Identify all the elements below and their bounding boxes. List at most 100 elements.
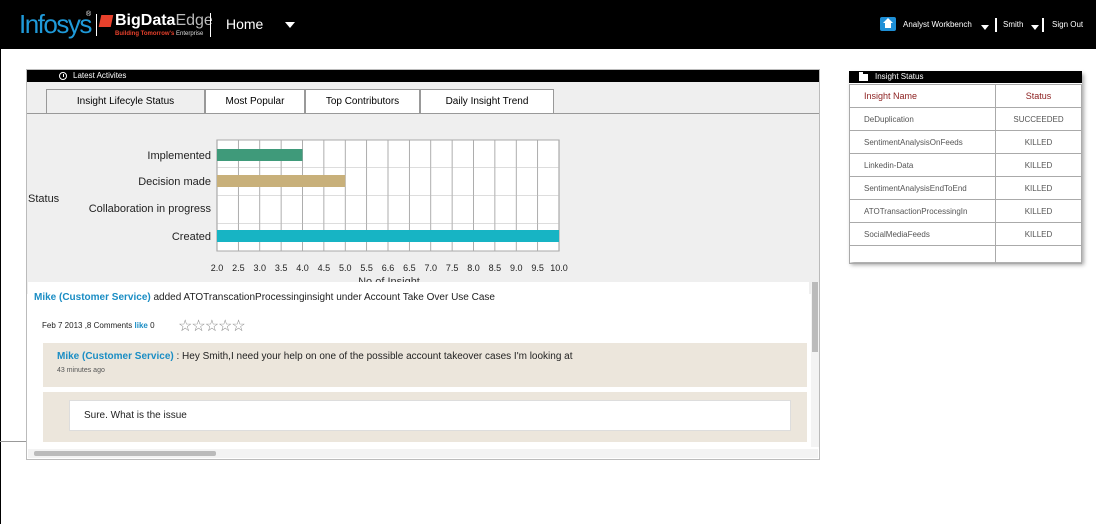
category-label: Implemented: [147, 150, 211, 162]
table-row[interactable]: Linkedin-Data KILLED: [849, 153, 1082, 177]
top-bar: Infosys ® BigDataEdge Building Tomorrow'…: [0, 0, 1096, 49]
table-row[interactable]: SentimentAnalysisOnFeeds KILLED: [849, 130, 1082, 154]
bar-implemented: [217, 149, 303, 161]
comment-text: Mike (Customer Service) : Hey Smith,I ne…: [57, 351, 573, 362]
column-header-status[interactable]: Status: [995, 84, 1082, 108]
status-cell: KILLED: [995, 199, 1082, 223]
category-label: Decision made: [138, 176, 211, 188]
insight-lifecycle-chart: Implemented Decision made Collaboration in…: [28, 139, 568, 286]
table-row: [849, 245, 1082, 264]
x-tick-label: 7.5: [446, 263, 459, 273]
reply-container: Sure. What is the issue: [43, 392, 807, 442]
x-tick-label: 2.0: [211, 263, 224, 273]
x-tick-label: 5.0: [339, 263, 352, 273]
tab-content: Insight Lifecyle Status Most Popular Top…: [27, 82, 819, 294]
scroll-thumb[interactable]: [812, 282, 818, 352]
folder-icon: [859, 72, 868, 81]
tab-most-popular[interactable]: Most Popular: [205, 89, 305, 113]
x-tick-label: 3.5: [275, 263, 288, 273]
insight-status-title-text: Insight Status: [875, 72, 924, 81]
x-tick-label: 9.5: [531, 263, 544, 273]
x-tick-label: 5.5: [360, 263, 373, 273]
chevron-down-icon[interactable]: [1031, 25, 1039, 30]
tab-divider: [27, 113, 819, 114]
post-date-comments: Feb 7 2013 ,8 Comments: [42, 321, 135, 330]
reply-box[interactable]: Sure. What is the issue: [69, 400, 791, 431]
x-tick-label: 7.0: [424, 263, 437, 273]
like-button[interactable]: like: [135, 321, 148, 330]
bigdataedge-logo-icon: [98, 15, 114, 27]
insight-status-table: Insight Name Status DeDuplication SUCCEED…: [849, 84, 1082, 264]
bar-created: [217, 230, 559, 242]
post-meta: Feb 7 2013 ,8 Comments like 0: [42, 321, 155, 330]
comment-author-link[interactable]: Mike (Customer Service): [57, 351, 174, 362]
like-count: 0: [147, 321, 155, 330]
status-cell: SUCCEEDED: [995, 107, 1082, 131]
category-label: Created: [172, 231, 211, 243]
x-tick-label: 4.5: [318, 263, 331, 273]
insight-name-cell[interactable]: DeDuplication: [849, 107, 996, 131]
home-menu[interactable]: Home: [226, 16, 263, 32]
x-tick-label: 8.0: [467, 263, 480, 273]
tab-daily-insight-trend[interactable]: Daily Insight Trend: [420, 89, 554, 113]
insight-name-cell[interactable]: SocialMediaFeeds: [849, 222, 996, 246]
comment-body: : Hey Smith,I need your help on one of t…: [173, 351, 573, 362]
post-text: added ATOTranscationProcessinginsight un…: [150, 292, 495, 303]
comment-timestamp: 43 minutes ago: [57, 367, 105, 374]
clock-icon: [59, 72, 67, 80]
activity-feed: Mike (Customer Service) added ATOTransca…: [28, 282, 809, 447]
status-cell: KILLED: [995, 130, 1082, 154]
bar-decision-made: [217, 175, 346, 187]
empty-cell: [995, 245, 1082, 264]
table-row[interactable]: SocialMediaFeeds KILLED: [849, 222, 1082, 246]
product-tagline: Building Tomorrow's Enterprise: [115, 31, 204, 37]
rating-stars[interactable]: ☆☆☆☆☆: [178, 316, 246, 336]
insight-name-cell[interactable]: SentimentAnalysisEndToEnd: [849, 176, 996, 200]
insight-name-cell[interactable]: SentimentAnalysisOnFeeds: [849, 130, 996, 154]
activity-post: Mike (Customer Service) added ATOTransca…: [34, 292, 495, 303]
x-tick-label: 10.0: [550, 263, 568, 273]
tab-top-contributors[interactable]: Top Contributors: [305, 89, 420, 113]
y-axis-label: Status: [28, 193, 60, 205]
table-row[interactable]: ATOTransactionProcessingIn KILLED: [849, 199, 1082, 223]
user-menu[interactable]: Smith: [1003, 20, 1023, 29]
tab-insight-lifecycle-status[interactable]: Insight Lifecyle Status: [46, 89, 205, 113]
x-tick-label: 3.0: [253, 263, 266, 273]
table-row[interactable]: SentimentAnalysisEndToEnd KILLED: [849, 176, 1082, 200]
insight-status-title: Insight Status: [849, 71, 1082, 83]
left-border: [0, 49, 1, 524]
x-tick-label: 6.6: [382, 263, 395, 273]
scroll-thumb[interactable]: [34, 451, 216, 456]
chevron-down-icon[interactable]: [285, 22, 295, 28]
x-tick-label: 4.0: [296, 263, 309, 273]
insight-name-cell[interactable]: ATOTransactionProcessingIn: [849, 199, 996, 223]
chevron-down-icon[interactable]: [981, 25, 989, 30]
registered-mark: ®: [86, 11, 92, 18]
column-header-insight-name[interactable]: Insight Name: [849, 84, 996, 108]
panel-title: Latest Activites: [27, 70, 819, 82]
comment: Mike (Customer Service) : Hey Smith,I ne…: [43, 343, 807, 387]
status-cell: KILLED: [995, 176, 1082, 200]
horizontal-scrollbar[interactable]: [28, 449, 818, 458]
nav-divider: [1042, 18, 1044, 32]
infosys-logo[interactable]: Infosys: [19, 9, 92, 40]
analyst-workbench-menu[interactable]: Analyst Workbench: [903, 20, 972, 29]
nav-divider: [995, 18, 997, 32]
x-tick-label: 9.0: [510, 263, 523, 273]
status-cell: KILLED: [995, 153, 1082, 177]
table-header: Insight Name Status: [849, 84, 1082, 108]
logo-divider: [96, 14, 97, 36]
category-label: Collaboration in progress: [89, 203, 212, 215]
insight-name-cell[interactable]: Linkedin-Data: [849, 153, 996, 177]
status-cell: KILLED: [995, 222, 1082, 246]
vertical-scrollbar[interactable]: [811, 282, 819, 447]
home-icon[interactable]: [880, 17, 896, 31]
product-name: BigDataEdge: [115, 12, 213, 29]
panel-title-text: Latest Activites: [73, 71, 127, 80]
reply-text: Sure. What is the issue: [84, 410, 187, 421]
post-author-link[interactable]: Mike (Customer Service): [34, 292, 151, 303]
sign-out-link[interactable]: Sign Out: [1052, 20, 1083, 29]
latest-activities-panel: Latest Activites Insight Lifecyle Status…: [26, 69, 820, 460]
table-row[interactable]: DeDuplication SUCCEEDED: [849, 107, 1082, 131]
empty-cell: [849, 245, 996, 264]
